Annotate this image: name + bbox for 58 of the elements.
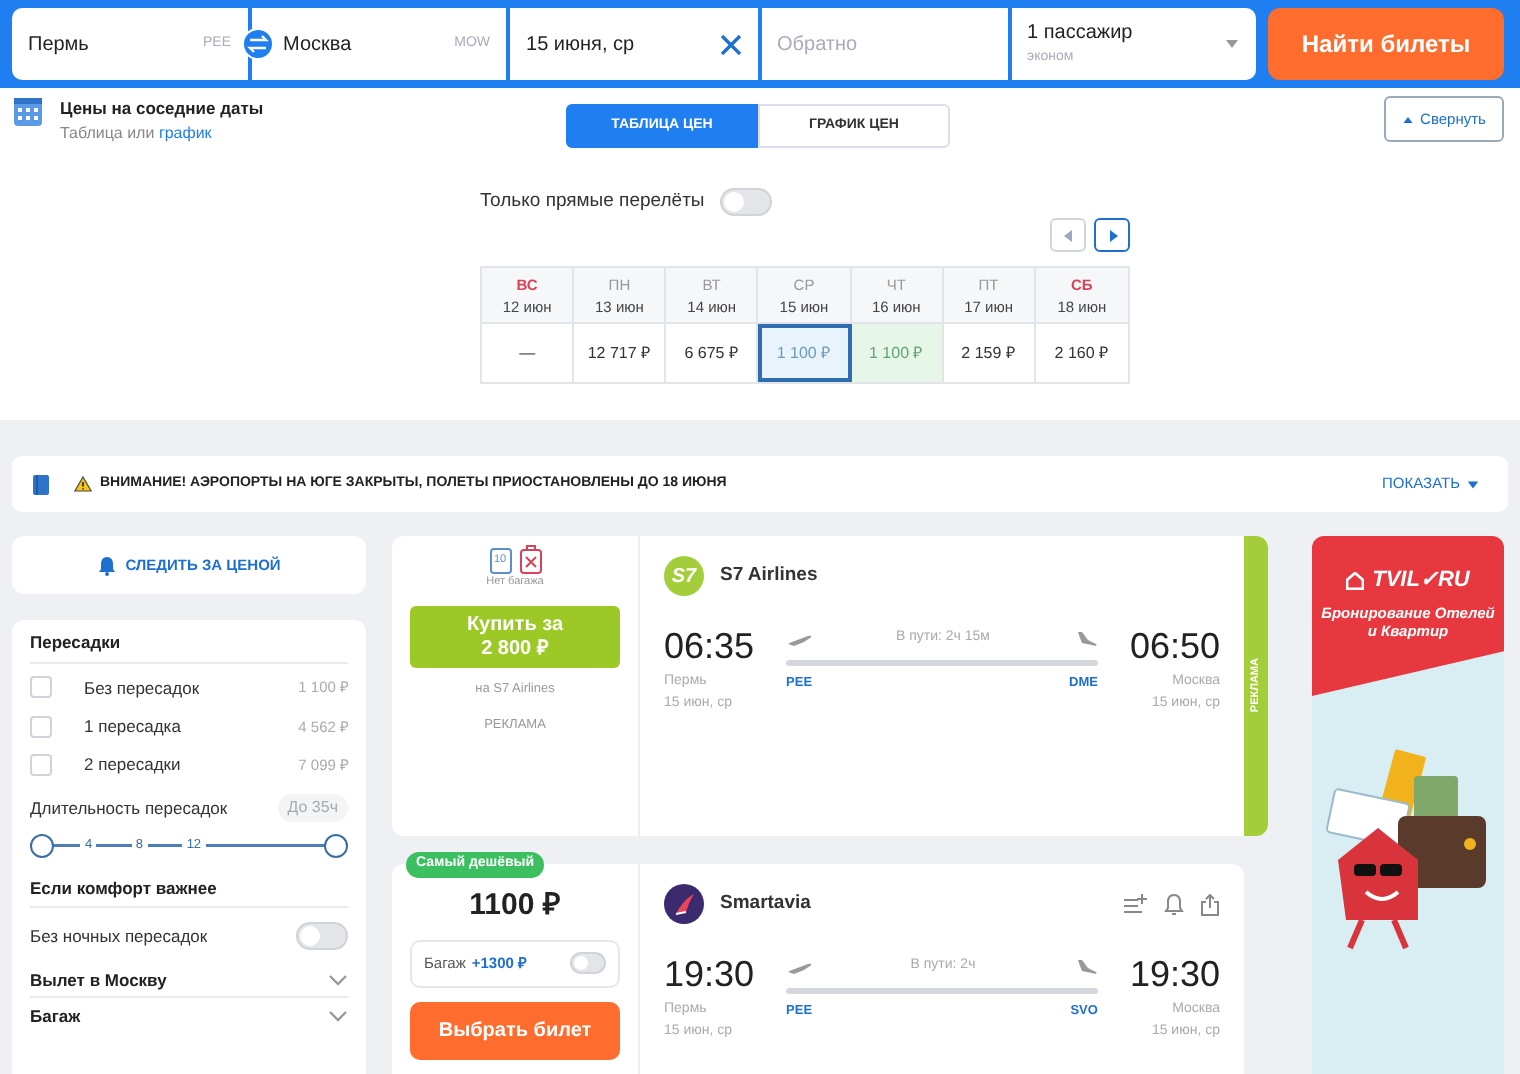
airline-name: Smartavia: [720, 889, 811, 918]
checkbox[interactable]: [30, 753, 52, 776]
swap-icon[interactable]: [242, 28, 274, 60]
section-header[interactable]: Вылет в Москву: [30, 971, 167, 991]
subtitle-text: Таблица или: [60, 123, 155, 142]
toggle-switch[interactable]: [570, 952, 606, 974]
time-text: 06:50: [1129, 628, 1220, 664]
checkbox[interactable]: [30, 676, 52, 699]
calendar-icon: [12, 96, 44, 128]
city-text: Москва: [283, 31, 352, 59]
caret-left-icon: [1063, 229, 1073, 242]
price-text: 1100 ₽: [469, 886, 561, 926]
brand-name: TVIL✓RU: [1372, 566, 1470, 596]
landing-plane-icon: [1073, 956, 1098, 977]
previous-button[interactable]: [1050, 218, 1086, 253]
caret-icon: [1466, 477, 1480, 491]
duration-label: Длительность пересадок: [30, 798, 228, 819]
airline-logo: [664, 884, 704, 924]
time-text: 06:35: [664, 628, 755, 664]
section-header[interactable]: Багаж: [30, 1007, 81, 1027]
caret-icon: [1223, 36, 1240, 52]
add-to-list-icon[interactable]: [1124, 893, 1148, 915]
filter-option-label: 2 пересадки: [84, 754, 181, 776]
filter-title: Если комфорт важнее: [30, 880, 348, 909]
passenger-count: 1 пассажир: [1027, 20, 1133, 49]
return-date-field[interactable]: Обратно: [761, 8, 1007, 80]
filter-option-label: Без пересадок: [84, 677, 200, 699]
house-logo-icon: [1346, 571, 1365, 590]
time-text: 19:30: [1129, 956, 1220, 992]
filter-option-label: 1 пересадка: [84, 716, 181, 737]
book-icon: [32, 473, 50, 495]
no-baggage-icon: [519, 544, 541, 574]
departure-date-field[interactable]: 15 июня, ср: [510, 8, 757, 80]
next-button[interactable]: [1094, 218, 1130, 253]
caret-right-icon: [1107, 229, 1117, 242]
chart-link[interactable]: график: [158, 123, 212, 142]
toggle-switch[interactable]: [296, 922, 348, 951]
time-text: 19:30: [664, 956, 755, 992]
city-text: Пермь: [28, 31, 89, 59]
bell-icon: [97, 555, 116, 575]
share-icon[interactable]: [1200, 893, 1220, 915]
close-icon[interactable]: [719, 33, 741, 55]
filter-title: Пересадки: [30, 634, 348, 665]
airline-logo: S7: [664, 556, 704, 596]
date-text: 15 июня, ср: [526, 31, 635, 59]
filter-option-label: Без ночных пересадок: [30, 926, 208, 948]
airline-name: S7 Airlines: [720, 561, 818, 590]
toggle-switch[interactable]: [720, 188, 773, 217]
section-title: Цены на соседние даты: [60, 96, 264, 122]
landing-plane-icon: [1073, 628, 1098, 649]
duration-value: До 35ч: [277, 794, 348, 823]
direct-flights-label: Только прямые перелёты: [480, 188, 705, 216]
warning-icon: [74, 476, 92, 492]
checkbox[interactable]: [30, 715, 52, 738]
slider-thumb[interactable]: [30, 834, 54, 859]
caret-up-icon: [1402, 113, 1415, 125]
slider-thumb[interactable]: [324, 834, 348, 859]
bell-icon[interactable]: [1164, 893, 1184, 915]
